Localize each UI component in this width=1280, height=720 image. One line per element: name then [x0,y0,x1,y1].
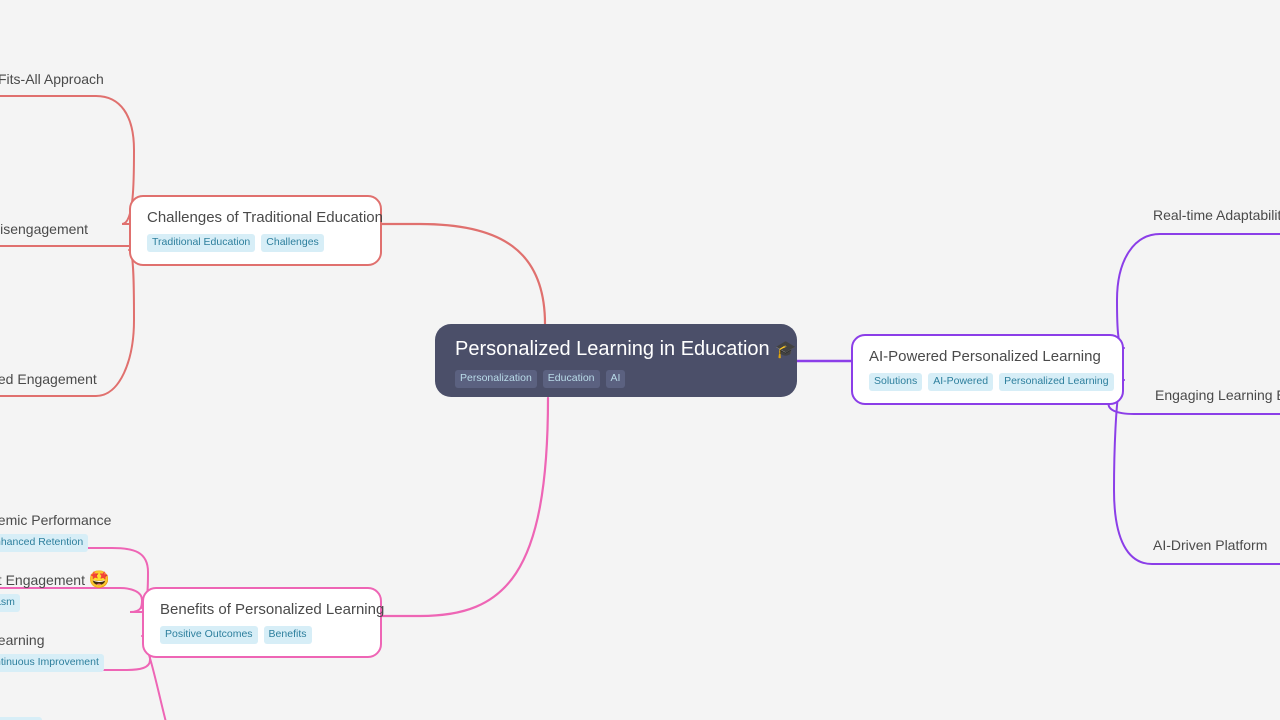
branch-node-tags: Traditional Education Challenges [147,234,364,252]
leaf-node-title-text: nt Engagement [0,572,85,588]
leaf-node-title: nt Engagement 🤩 [0,571,110,589]
branch-node-tags: Positive Outcomes Benefits [160,626,364,644]
leaf-node-fits-all-approach[interactable]: Fits-All Approach [0,70,104,88]
branch-node-title: Challenges of Traditional Education [147,209,383,226]
edge-ai-to-child-1 [1115,233,1280,349]
leaf-node-real-time-adaptability[interactable]: Real-time Adaptabilit [1153,206,1280,224]
tag[interactable]: nhanced Retention [0,534,89,552]
branch-node-benefits[interactable]: Benefits of Personalized Learning Positi… [142,587,385,658]
leaf-node-engaging-learning-experience[interactable]: Engaging Learning Ex [1155,386,1280,404]
mindmap-canvas: Personalized Learning in Education 🎓 Per… [0,0,1280,720]
leaf-node-title: AI-Driven Platform [1153,537,1268,553]
leaf-node-tags: ntinuous Improvement [0,654,104,672]
tag[interactable]: Personalized Learning [999,373,1114,391]
tag[interactable]: asm [0,594,20,612]
branch-node-title: AI-Powered Personalized Learning [869,348,1101,365]
leaf-node-title: Fits-All Approach [0,71,104,87]
branch-node-ai-powered[interactable]: AI-Powered Personalized Learning Solutio… [851,334,1124,405]
leaf-node-title: demic Performance [0,512,112,528]
leaf-node-title: Engaging Learning Ex [1155,387,1280,403]
leaf-node-ai-driven-platform[interactable]: AI-Driven Platform [1153,536,1267,554]
tag[interactable]: Solutions [869,373,923,391]
tag[interactable]: Benefits [263,626,312,644]
leaf-node-continuous-learning[interactable]: Learning ntinuous Improvement [0,631,104,672]
leaf-node-title: ted Engagement [0,371,97,387]
leaf-node-tags: asm [0,594,110,612]
leaf-node-academic-performance[interactable]: demic Performance nhanced Retention [0,511,111,552]
central-node[interactable]: Personalized Learning in Education 🎓 Per… [435,324,797,397]
leaf-node-student-clipped[interactable]: Student-... [0,712,43,720]
leaf-node-student-engagement[interactable]: nt Engagement 🤩 asm [0,571,110,612]
leaf-node-title: Learning [0,632,45,648]
edge-challenges-to-child-1 [0,95,136,225]
branch-node-tags: Solutions AI-Powered Personalized Learni… [869,373,1114,391]
star-struck-icon: 🤩 [88,570,111,589]
branch-node-challenges[interactable]: Challenges of Traditional Education Trad… [129,195,383,266]
tag[interactable]: AI [605,370,626,388]
tag[interactable]: Traditional Education [147,234,256,252]
tag[interactable]: Challenges [261,234,324,252]
leaf-node-targeted-engagement[interactable]: ted Engagement [0,370,97,388]
leaf-node-tags: nhanced Retention [0,534,111,552]
branch-node-title: Benefits of Personalized Learning [160,601,385,618]
central-node-title: Personalized Learning in Education 🎓 [455,337,796,362]
edge-central-to-benefits [380,396,550,618]
central-node-title-text: Personalized Learning in Education [455,338,770,360]
leaf-node-disengagement[interactable]: Disengagement [0,220,88,238]
edge-central-to-challenges [380,222,547,326]
leaf-node-title: Disengagement [0,221,89,237]
central-node-tags: Personalization Education AI [455,370,777,388]
leaf-node-title: Real-time Adaptabilit [1153,207,1280,223]
tag[interactable]: AI-Powered [928,373,994,391]
tag[interactable]: Education [542,370,600,388]
tag[interactable]: Personalization [455,370,537,388]
tag[interactable]: ntinuous Improvement [0,654,104,672]
tag[interactable]: Positive Outcomes [160,626,258,644]
graduation-cap-icon: 🎓 [775,340,797,359]
